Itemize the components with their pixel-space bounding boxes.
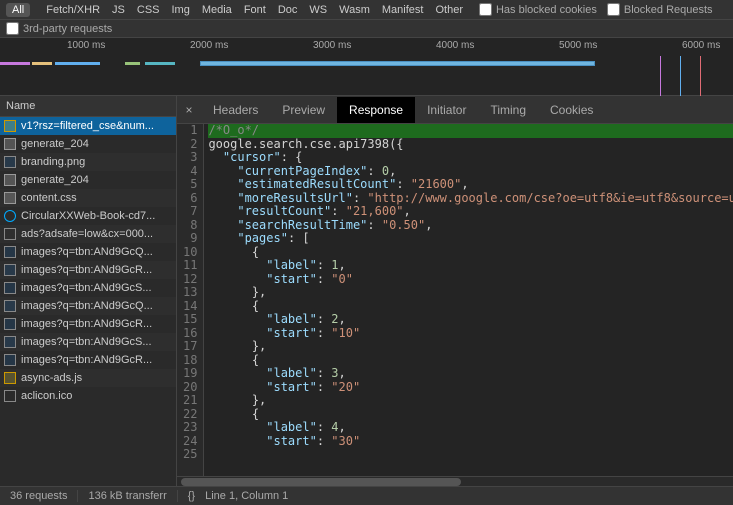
request-list: v1?rsz=filtered_cse&num...generate_204br… — [0, 117, 176, 486]
request-row[interactable]: images?q=tbn:ANd9GcQ... — [0, 243, 176, 261]
filter-other[interactable]: Other — [429, 3, 469, 17]
js-file-icon — [4, 120, 16, 132]
img-file-icon — [4, 354, 16, 366]
request-name: images?q=tbn:ANd9GcR... — [21, 354, 152, 366]
request-row[interactable]: images?q=tbn:ANd9GcS... — [0, 279, 176, 297]
scrollbar-thumb[interactable] — [181, 478, 461, 486]
request-row[interactable]: images?q=tbn:ANd9GcS... — [0, 333, 176, 351]
filter-font[interactable]: Font — [238, 3, 272, 17]
cursor-position: Line 1, Column 1 — [205, 490, 288, 502]
request-name: CircularXXWeb-Book-cd7... — [21, 210, 155, 222]
tab-headers[interactable]: Headers — [201, 97, 270, 123]
detail-tabs: × HeadersPreviewResponseInitiatorTimingC… — [177, 96, 733, 124]
tab-preview[interactable]: Preview — [270, 97, 337, 123]
request-name: images?q=tbn:ANd9GcQ... — [21, 300, 153, 312]
tab-response[interactable]: Response — [337, 97, 415, 123]
filter-js[interactable]: JS — [106, 3, 131, 17]
checkbox-3rd-party-box[interactable] — [6, 22, 19, 35]
css-file-icon — [4, 192, 16, 204]
request-row[interactable]: CircularXXWeb-Book-cd7... — [0, 207, 176, 225]
request-row[interactable]: ads?adsafe=low&cx=000... — [0, 225, 176, 243]
filter-img[interactable]: Img — [166, 3, 196, 17]
doc-file-icon — [4, 138, 16, 150]
img-file-icon — [4, 336, 16, 348]
request-name: v1?rsz=filtered_cse&num... — [21, 120, 154, 132]
status-bar: 36 requests 136 kB transferr {} Line 1, … — [0, 486, 733, 505]
checkbox-blocked-cookies-box[interactable] — [479, 3, 492, 16]
status-transfer-size: 136 kB transferr — [78, 490, 177, 502]
tab-cookies[interactable]: Cookies — [538, 97, 605, 123]
request-row[interactable]: aclicon.ico — [0, 387, 176, 405]
tab-initiator[interactable]: Initiator — [415, 97, 478, 123]
checkbox-blocked-cookies-label: Has blocked cookies — [496, 4, 597, 16]
request-row[interactable]: images?q=tbn:ANd9GcQ... — [0, 297, 176, 315]
code-content[interactable]: /*O_o*/google.search.cse.api7398({ "curs… — [204, 124, 733, 476]
timeline-label: 6000 ms — [682, 40, 720, 51]
request-row[interactable]: branding.png — [0, 153, 176, 171]
filter-ws[interactable]: WS — [303, 3, 333, 17]
network-timeline[interactable]: 1000 ms 2000 ms 3000 ms 4000 ms 5000 ms 6000 … — [0, 38, 733, 96]
filter-wasm[interactable]: Wasm — [333, 3, 376, 17]
timeline-label: 5000 ms — [559, 40, 597, 51]
checkbox-blocked-requests-label: Blocked Requests — [624, 4, 713, 16]
request-row[interactable]: generate_204 — [0, 135, 176, 153]
checkbox-3rd-party[interactable]: 3rd-party requests — [6, 22, 112, 35]
request-row[interactable]: generate_204 — [0, 171, 176, 189]
timeline-label: 1000 ms — [67, 40, 105, 51]
img-file-icon — [4, 264, 16, 276]
checkbox-3rd-party-label: 3rd-party requests — [23, 23, 112, 35]
img-file-icon — [4, 156, 16, 168]
request-row[interactable]: v1?rsz=filtered_cse&num... — [0, 117, 176, 135]
filter-manifest[interactable]: Manifest — [376, 3, 430, 17]
request-list-header[interactable]: Name — [0, 96, 176, 117]
doc-file-icon — [4, 174, 16, 186]
request-name: content.css — [21, 192, 77, 204]
img-file-icon — [4, 300, 16, 312]
request-row[interactable]: content.css — [0, 189, 176, 207]
request-name: images?q=tbn:ANd9GcR... — [21, 264, 152, 276]
request-name: images?q=tbn:ANd9GcS... — [21, 336, 152, 348]
checkbox-blocked-requests[interactable]: Blocked Requests — [607, 3, 713, 16]
other-file-icon — [4, 228, 16, 240]
filter-css[interactable]: CSS — [131, 3, 166, 17]
request-name: images?q=tbn:ANd9GcS... — [21, 282, 152, 294]
network-filter-bar: All Fetch/XHRJSCSSImgMediaFontDocWSWasmM… — [0, 0, 733, 20]
request-name: async-ads.js — [21, 372, 82, 384]
checkbox-blocked-requests-box[interactable] — [607, 3, 620, 16]
img-file-icon — [4, 318, 16, 330]
pretty-print-icon[interactable]: {} — [188, 490, 195, 502]
request-row[interactable]: async-ads.js — [0, 369, 176, 387]
timeline-label: 2000 ms — [190, 40, 228, 51]
request-row[interactable]: images?q=tbn:ANd9GcR... — [0, 261, 176, 279]
line-gutter: 1234567891011121314151617181920212223242… — [177, 124, 204, 476]
horizontal-scrollbar[interactable] — [177, 476, 733, 486]
network-filter-row-2: 3rd-party requests — [0, 20, 733, 38]
checkbox-blocked-cookies[interactable]: Has blocked cookies — [479, 3, 597, 16]
js-file-icon — [4, 372, 16, 384]
request-row[interactable]: images?q=tbn:ANd9GcR... — [0, 315, 176, 333]
response-body[interactable]: 1234567891011121314151617181920212223242… — [177, 124, 733, 476]
request-name: generate_204 — [21, 174, 89, 186]
request-name: aclicon.ico — [21, 390, 72, 402]
request-name: images?q=tbn:ANd9GcR... — [21, 318, 152, 330]
font-file-icon — [4, 210, 16, 222]
img-file-icon — [4, 282, 16, 294]
other-file-icon — [4, 390, 16, 402]
request-name: branding.png — [21, 156, 85, 168]
request-row[interactable]: images?q=tbn:ANd9GcR... — [0, 351, 176, 369]
request-name: images?q=tbn:ANd9GcQ... — [21, 246, 153, 258]
filter-doc[interactable]: Doc — [272, 3, 304, 17]
status-request-count: 36 requests — [0, 490, 78, 502]
filter-media[interactable]: Media — [196, 3, 238, 17]
request-list-panel: Name v1?rsz=filtered_cse&num... generate_… — [0, 96, 177, 486]
timeline-label: 3000 ms — [313, 40, 351, 51]
timeline-label: 4000 ms — [436, 40, 474, 51]
tab-timing[interactable]: Timing — [478, 97, 538, 123]
request-name: generate_204 — [21, 138, 89, 150]
filter-fetch-xhr[interactable]: Fetch/XHR — [40, 3, 106, 17]
close-icon[interactable]: × — [177, 103, 201, 117]
request-name: ads?adsafe=low&cx=000... — [21, 228, 153, 240]
filter-all[interactable]: All — [6, 3, 30, 17]
img-file-icon — [4, 246, 16, 258]
